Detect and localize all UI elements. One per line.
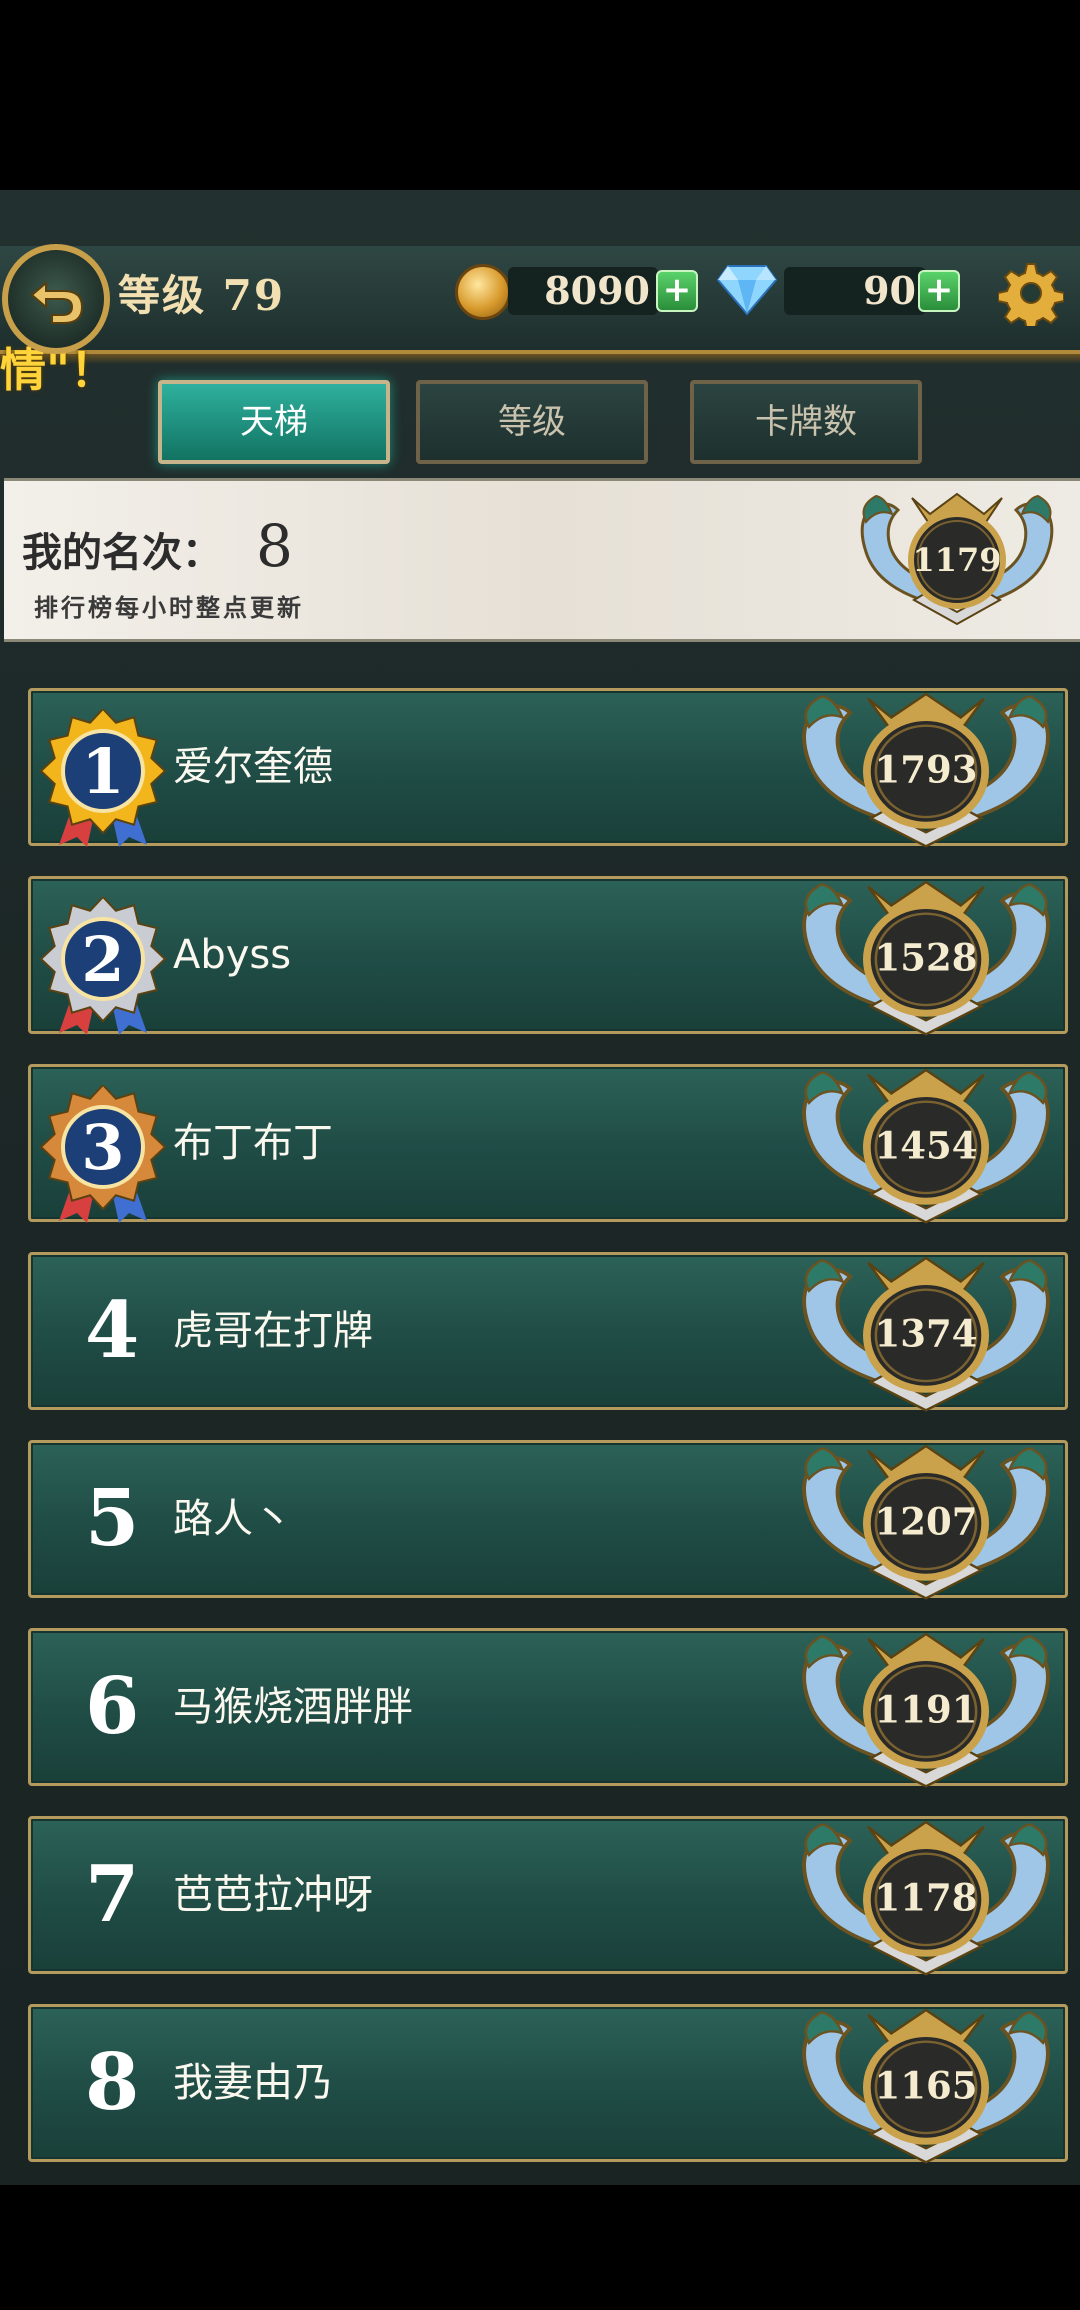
tab-1[interactable]: 等级 bbox=[416, 380, 648, 464]
badge-score: 1178 bbox=[875, 1875, 978, 1919]
settings-gear-icon[interactable] bbox=[998, 260, 1064, 326]
update-note: 排行榜每小时整点更新 bbox=[34, 594, 304, 622]
badge-score: 1191 bbox=[875, 1687, 978, 1731]
leaderboard-row[interactable]: 1 爱尔奎德 1793 bbox=[28, 688, 1068, 848]
leaderboard-row[interactable]: 5 路人丶 1207 bbox=[28, 1440, 1068, 1600]
badge-score: 1374 bbox=[875, 1311, 978, 1355]
player-name: 路人丶 bbox=[173, 1496, 293, 1542]
player-name: Abyss bbox=[173, 932, 292, 978]
badge-score: 1207 bbox=[875, 1499, 978, 1543]
medal-rank-number: 3 bbox=[81, 1111, 124, 1184]
badge-score: 1793 bbox=[875, 747, 978, 791]
player-name: 我妻由乃 bbox=[173, 2060, 333, 2106]
tab-2[interactable]: 卡牌数 bbox=[690, 380, 922, 464]
back-arrow-icon bbox=[30, 280, 84, 324]
ladder-score-badge: 1793 bbox=[791, 687, 1061, 855]
tab-0[interactable]: 天梯 bbox=[158, 380, 390, 464]
ladder-score-badge: 1528 bbox=[791, 875, 1061, 1043]
row-rank: 6 bbox=[85, 1661, 140, 1752]
badge-score: 1179 bbox=[912, 541, 1001, 579]
leaderboard-row[interactable]: 2 Abyss 1528 bbox=[28, 876, 1068, 1036]
add-diamond-button[interactable]: + bbox=[918, 270, 960, 312]
player-name: 布丁布丁 bbox=[173, 1120, 333, 1166]
add-gold-button[interactable]: + bbox=[656, 270, 698, 312]
ladder-score-badge: 1178 bbox=[791, 1815, 1061, 1983]
diamond-amount: 90 bbox=[863, 268, 916, 313]
badge-score: 1454 bbox=[875, 1123, 978, 1167]
my-rank-value: 8 bbox=[256, 512, 293, 580]
row-rank: 4 bbox=[85, 1285, 140, 1376]
player-name: 马猴烧酒胖胖 bbox=[173, 1684, 413, 1730]
bronze-medal-icon: 3 bbox=[39, 1085, 167, 1223]
gold-amount: 8090 bbox=[544, 268, 650, 313]
my-rank-label: 我的名次： bbox=[22, 529, 222, 576]
gold-medal-icon: 1 bbox=[39, 709, 167, 847]
row-rank: 7 bbox=[85, 1849, 140, 1940]
badge-score: 1165 bbox=[875, 2063, 978, 2107]
medal-rank-number: 2 bbox=[81, 923, 124, 996]
player-level: 等级 79 bbox=[118, 271, 286, 320]
ladder-score-badge: 1165 bbox=[791, 2003, 1061, 2171]
silver-medal-icon: 2 bbox=[39, 897, 167, 1035]
leaderboard-row[interactable]: 3 布丁布丁 1454 bbox=[28, 1064, 1068, 1224]
leaderboard-row[interactable]: 7 芭芭拉冲呀 1178 bbox=[28, 1816, 1068, 1976]
player-name: 芭芭拉冲呀 bbox=[173, 1872, 373, 1918]
ladder-score-badge: 1374 bbox=[791, 1251, 1061, 1419]
leaderboard-row[interactable]: 8 我妻由乃 1165 bbox=[28, 2004, 1068, 2164]
medal-rank-number: 1 bbox=[81, 735, 124, 808]
ladder-score-badge: 1191 bbox=[791, 1627, 1061, 1795]
gold-coin-icon bbox=[455, 264, 511, 320]
leaderboard-row[interactable]: 6 马猴烧酒胖胖 1191 bbox=[28, 1628, 1068, 1788]
player-name: 爱尔奎德 bbox=[173, 744, 333, 790]
ladder-score-badge: 1207 bbox=[791, 1439, 1061, 1607]
diamond-icon bbox=[716, 265, 778, 316]
leaderboard-row[interactable]: 4 虎哥在打牌 1374 bbox=[28, 1252, 1068, 1412]
row-rank: 8 bbox=[85, 2037, 140, 2128]
back-button[interactable] bbox=[2, 244, 110, 354]
player-name: 虎哥在打牌 bbox=[173, 1308, 373, 1354]
row-rank: 5 bbox=[85, 1473, 140, 1564]
my-rank-badge: 1179 bbox=[852, 488, 1062, 632]
badge-score: 1528 bbox=[875, 935, 978, 979]
ladder-score-badge: 1454 bbox=[791, 1063, 1061, 1231]
